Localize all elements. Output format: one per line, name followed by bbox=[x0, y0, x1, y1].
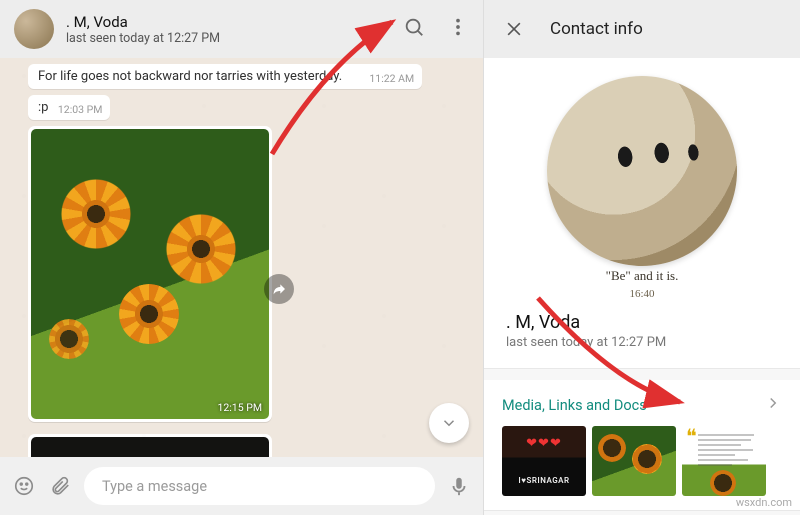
media-thumbnail[interactable] bbox=[502, 426, 586, 496]
chat-header[interactable]: . M, Voda last seen today at 12:27 PM bbox=[0, 0, 484, 58]
info-header: Contact info bbox=[484, 0, 800, 58]
watermark: wsxdn.com bbox=[736, 496, 792, 509]
message-composer bbox=[0, 457, 484, 515]
message-time: 11:22 AM bbox=[369, 72, 414, 85]
avatar-caption-sub: 16:40 bbox=[484, 288, 800, 300]
message-text: For life goes not backward nor tarries w… bbox=[38, 69, 342, 84]
incoming-image-bubble[interactable] bbox=[28, 434, 272, 457]
contact-avatar-small[interactable] bbox=[14, 9, 54, 49]
incoming-image-bubble[interactable]: 12:15 PM bbox=[28, 126, 272, 422]
forward-icon[interactable] bbox=[264, 274, 294, 304]
chat-title-block[interactable]: . M, Voda last seen today at 12:27 PM bbox=[66, 13, 403, 46]
message-input[interactable] bbox=[84, 467, 435, 505]
incoming-text-bubble[interactable]: For life goes not backward nor tarries w… bbox=[28, 64, 422, 89]
chat-message-area[interactable]: For life goes not backward nor tarries w… bbox=[0, 58, 484, 457]
last-seen-text: last seen today at 12:27 PM bbox=[66, 31, 403, 46]
search-icon[interactable] bbox=[403, 16, 425, 42]
avatar-caption: "Be" and it is. bbox=[484, 268, 800, 284]
incoming-text-bubble[interactable]: :p 12:03 PM bbox=[28, 95, 110, 120]
contact-avatar-large[interactable] bbox=[547, 76, 737, 266]
message-text: :p bbox=[38, 100, 48, 115]
scroll-to-bottom-button[interactable] bbox=[429, 403, 469, 443]
chat-pane: . M, Voda last seen today at 12:27 PM Fo… bbox=[0, 0, 484, 515]
message-photo[interactable] bbox=[31, 437, 269, 457]
message-photo[interactable] bbox=[31, 129, 269, 419]
microphone-icon[interactable] bbox=[447, 474, 471, 498]
media-thumbnail[interactable] bbox=[682, 426, 766, 496]
message-time: 12:03 PM bbox=[58, 103, 103, 116]
chevron-right-icon[interactable] bbox=[764, 394, 782, 416]
media-links-docs-section[interactable]: Media, Links and Docs bbox=[484, 380, 800, 510]
contact-name: . M, Voda bbox=[484, 312, 800, 333]
menu-icon[interactable] bbox=[447, 16, 469, 42]
contact-info-panel: Contact info "Be" and it is. 16:40 . M, … bbox=[484, 0, 800, 515]
media-thumbnail[interactable] bbox=[592, 426, 676, 496]
info-title: Contact info bbox=[550, 19, 643, 39]
media-thumbnails bbox=[502, 426, 782, 496]
media-section-title: Media, Links and Docs bbox=[502, 397, 647, 414]
message-time: 12:15 PM bbox=[217, 401, 262, 414]
attach-icon[interactable] bbox=[48, 474, 72, 498]
last-seen-text: last seen today at 12:27 PM bbox=[484, 333, 800, 350]
contact-card: "Be" and it is. 16:40 . M, Voda last see… bbox=[484, 58, 800, 368]
contact-name: . M, Voda bbox=[66, 13, 403, 31]
close-icon[interactable] bbox=[504, 19, 524, 39]
emoji-icon[interactable] bbox=[12, 474, 36, 498]
